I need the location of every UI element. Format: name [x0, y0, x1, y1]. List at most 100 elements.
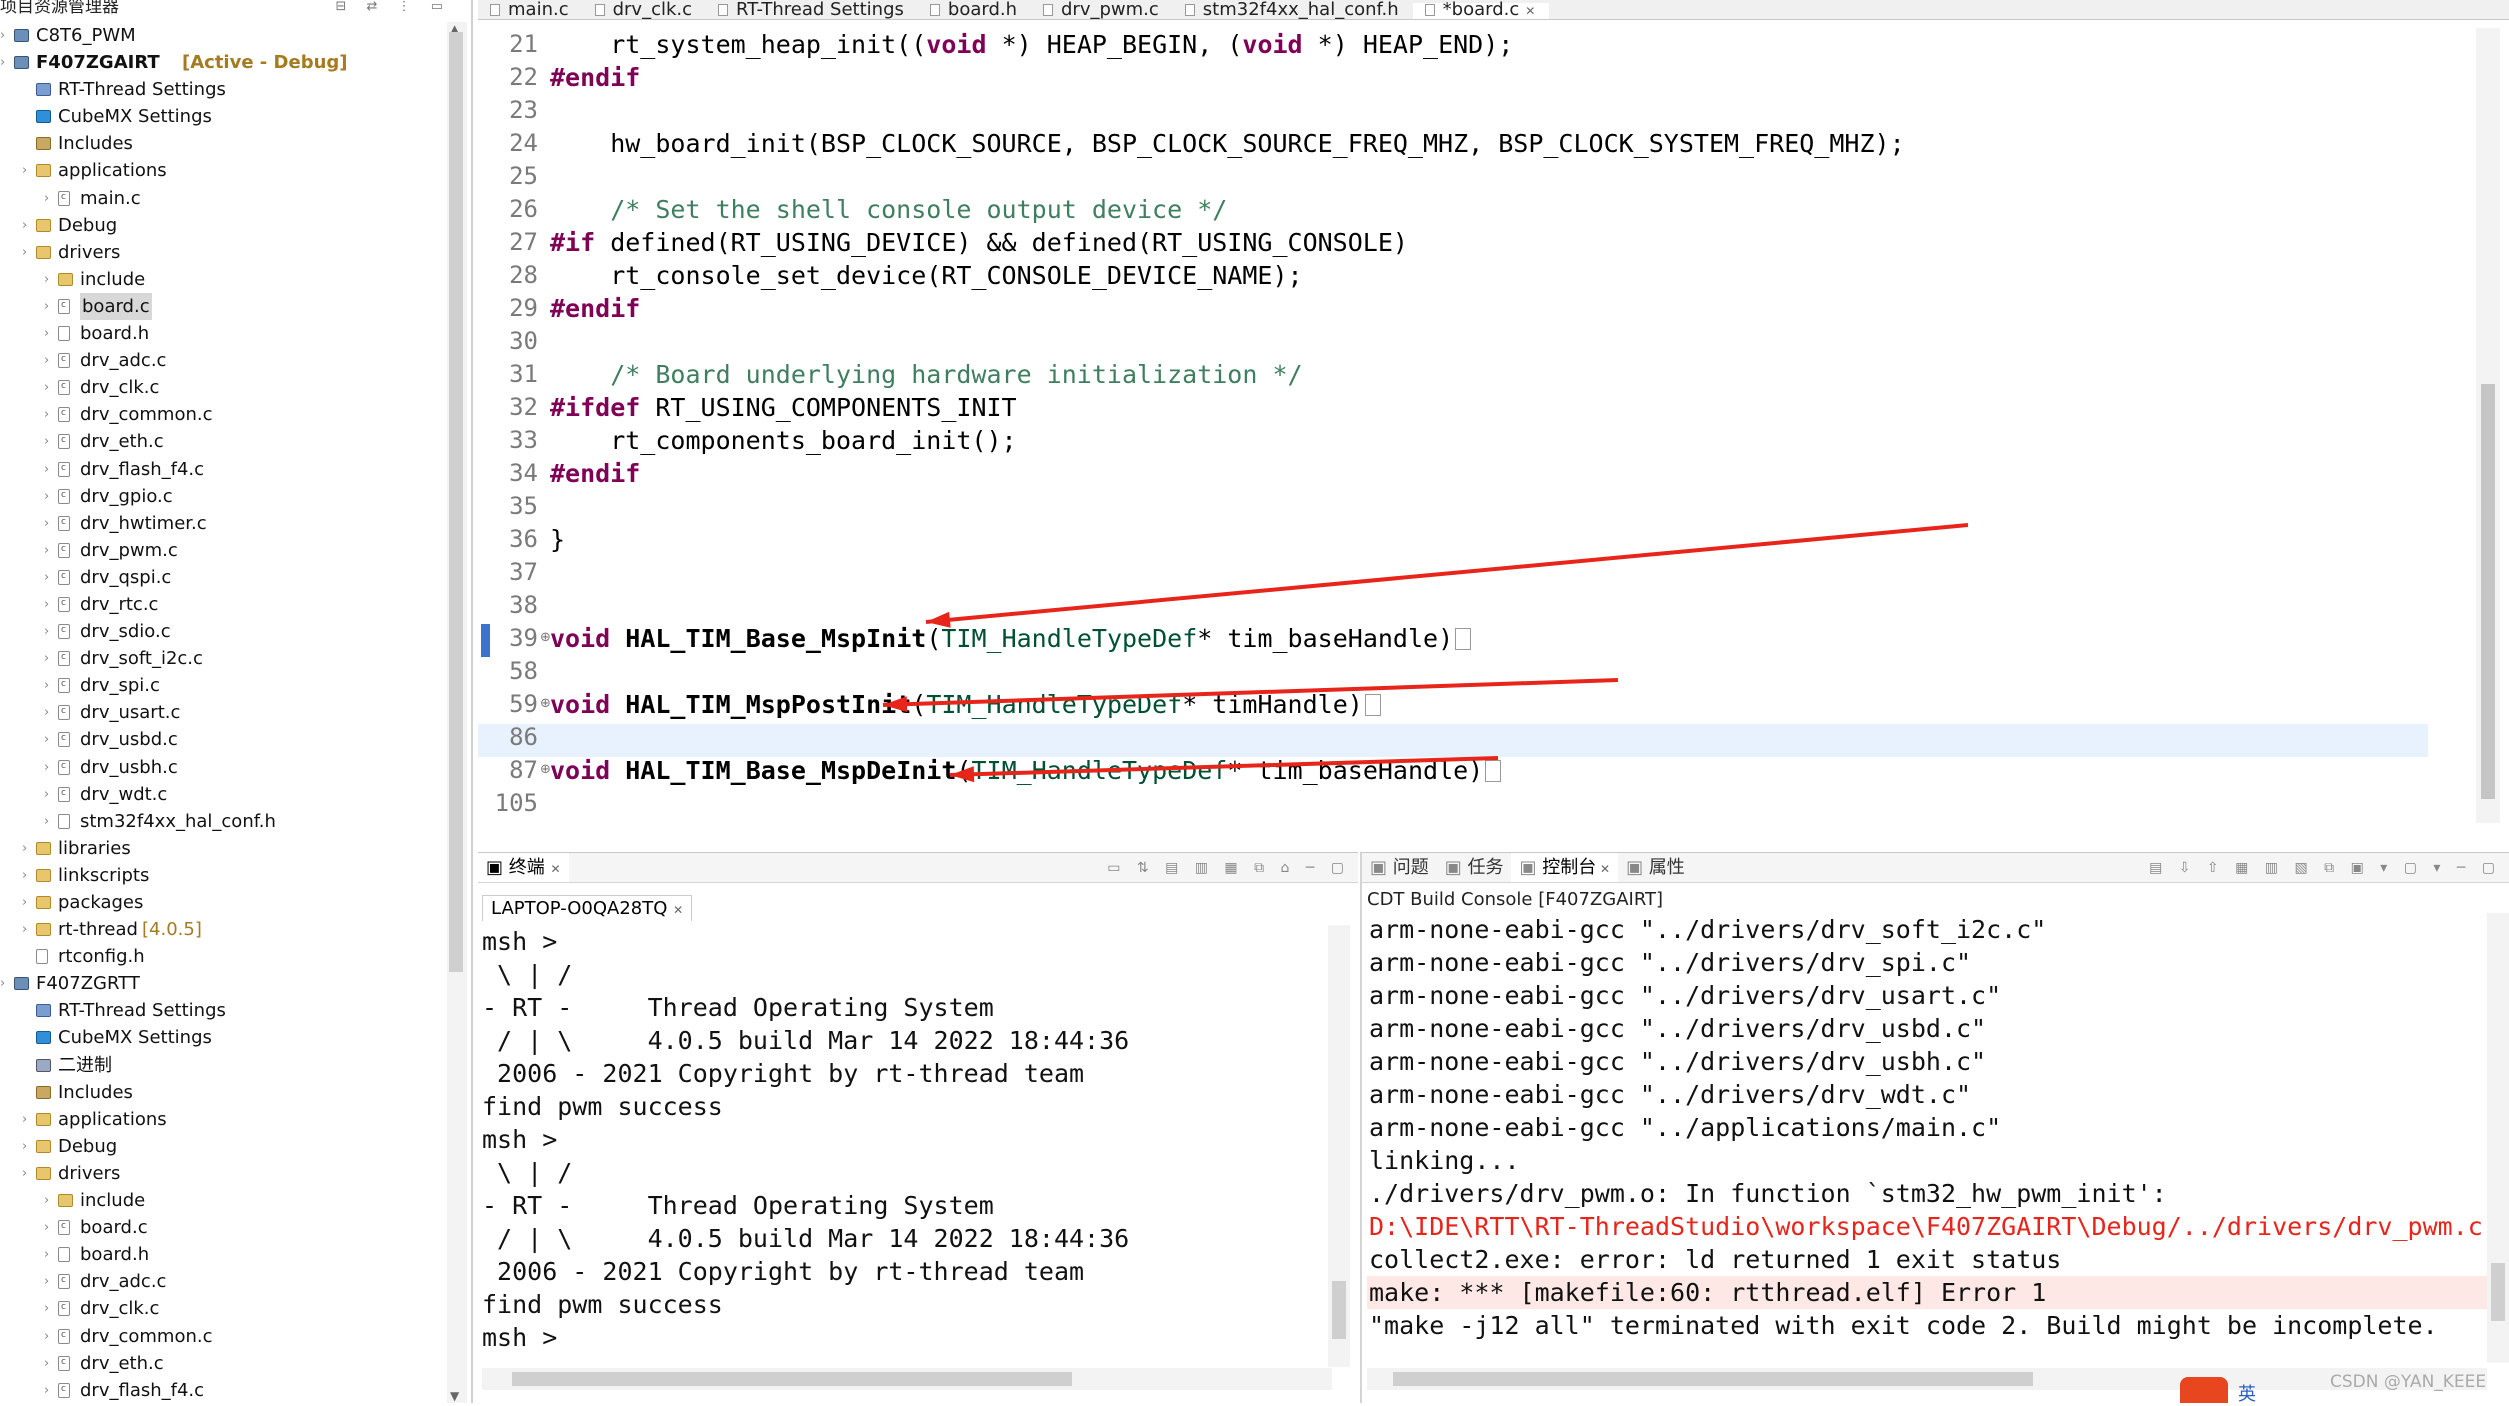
- expand-chevron-icon[interactable]: ›: [0, 970, 10, 997]
- tree-item[interactable]: › F407ZGRTT: [0, 970, 445, 997]
- tree-item[interactable]: › drv_eth.c: [0, 1349, 445, 1377]
- collapsed-block-marker[interactable]: [1364, 694, 1381, 716]
- tree-item[interactable]: › board.h: [0, 320, 445, 347]
- tree-item[interactable]: › Debug: [0, 1133, 445, 1160]
- editor-tab[interactable]: drv_clk.c: [583, 1, 706, 19]
- expand-chevron-icon[interactable]: ›: [44, 1350, 54, 1377]
- ime-language-label[interactable]: 英: [2238, 1380, 2256, 1406]
- collapsed-block-marker[interactable]: [1455, 628, 1472, 650]
- tree-item[interactable]: › drv_wdt.c: [0, 780, 445, 808]
- tree-item[interactable]: › drivers: [0, 239, 445, 266]
- tree-item[interactable]: › libraries: [0, 835, 445, 862]
- expand-chevron-icon[interactable]: ›: [44, 645, 54, 672]
- expand-chevron-icon[interactable]: ›: [22, 916, 32, 943]
- expand-chevron-icon[interactable]: ›: [44, 374, 54, 401]
- expand-chevron-icon[interactable]: ›: [22, 889, 32, 916]
- tree-item[interactable]: RT-Thread Settings: [0, 76, 445, 103]
- expand-chevron-icon[interactable]: ›: [44, 754, 54, 781]
- expand-chevron-icon[interactable]: ›: [44, 510, 54, 537]
- expand-chevron-icon[interactable]: ›: [0, 22, 10, 49]
- scroll-down-icon[interactable]: ▼: [450, 1389, 459, 1403]
- expand-chevron-icon[interactable]: ›: [44, 672, 54, 699]
- console-toolbar-icons[interactable]: ▤ ⇩ ⇧ ▦ ▥ ▧ ⧉ ▣ ▾ ▢ ▾ ─ ▢: [2149, 853, 2501, 882]
- tree-item[interactable]: › drv_pwm.c: [0, 536, 445, 564]
- console-view-tab[interactable]: ▣ 任务: [1437, 853, 1512, 882]
- console-view-tab[interactable]: ▣ 控制台 ✕: [1511, 853, 1619, 882]
- tree-item[interactable]: 二进制: [0, 1052, 445, 1079]
- editor-tab[interactable]: board.h: [918, 1, 1031, 19]
- editor-tab[interactable]: stm32f4xx_hal_conf.h: [1173, 1, 1413, 19]
- tree-item[interactable]: RT-Thread Settings: [0, 997, 445, 1024]
- expand-chevron-icon[interactable]: ›: [44, 1214, 54, 1241]
- tree-item[interactable]: › include: [0, 266, 445, 293]
- expand-chevron-icon[interactable]: ›: [44, 428, 54, 455]
- expand-chevron-icon[interactable]: ›: [44, 293, 54, 320]
- tree-item[interactable]: › drv_usbh.c: [0, 753, 445, 781]
- tree-item[interactable]: › drv_eth.c: [0, 427, 445, 455]
- tree-item[interactable]: › packages: [0, 889, 445, 916]
- terminal-horizontal-scrollbar[interactable]: [482, 1368, 1332, 1390]
- tree-item[interactable]: Includes: [0, 1079, 445, 1106]
- tree-item[interactable]: › drv_flash_f4.c: [0, 455, 445, 483]
- expand-chevron-icon[interactable]: ›: [22, 1106, 32, 1133]
- console-hscroll-thumb[interactable]: [1393, 1372, 2033, 1386]
- tree-item[interactable]: › linkscripts: [0, 862, 445, 889]
- tree-item[interactable]: › drv_common.c: [0, 400, 445, 428]
- expand-chevron-icon[interactable]: ›: [44, 1295, 54, 1322]
- expand-chevron-icon[interactable]: ›: [22, 1133, 32, 1160]
- expand-chevron-icon[interactable]: ›: [44, 808, 54, 835]
- expand-chevron-icon[interactable]: ›: [44, 185, 54, 212]
- tab-terminal[interactable]: ▣ 终端 ✕: [478, 853, 569, 882]
- expand-chevron-icon[interactable]: ›: [22, 1160, 32, 1187]
- terminal-hscroll-thumb[interactable]: [512, 1372, 1072, 1386]
- tree-item[interactable]: › drv_common.c: [0, 1322, 445, 1350]
- console-vertical-scrollbar[interactable]: [2487, 913, 2509, 1363]
- tree-item[interactable]: Includes: [0, 130, 445, 157]
- tree-item[interactable]: › drv_adc.c: [0, 346, 445, 374]
- close-icon[interactable]: ✕: [550, 862, 560, 876]
- tree-item[interactable]: › drv_gpio.c: [0, 482, 445, 510]
- explorer-scroll-thumb[interactable]: [449, 32, 463, 972]
- expand-chevron-icon[interactable]: ›: [0, 49, 10, 76]
- expand-chevron-icon[interactable]: ›: [44, 699, 54, 726]
- tree-item[interactable]: › drv_clk.c: [0, 373, 445, 401]
- expand-chevron-icon[interactable]: ›: [44, 591, 54, 618]
- expand-chevron-icon[interactable]: ›: [44, 347, 54, 374]
- tree-item[interactable]: › drv_qspi.c: [0, 563, 445, 591]
- editor-tab[interactable]: main.c: [478, 1, 583, 19]
- expand-chevron-icon[interactable]: ›: [44, 1268, 54, 1295]
- tree-item[interactable]: › C8T6_PWM: [0, 22, 445, 49]
- console-horizontal-scrollbar[interactable]: [1367, 1368, 2487, 1390]
- tree-item[interactable]: › drv_usbd.c: [0, 725, 445, 753]
- code-text-area[interactable]: rt_system_heap_init((void *) HEAP_BEGIN,…: [550, 28, 2420, 828]
- expand-chevron-icon[interactable]: ›: [44, 1187, 54, 1214]
- console-view-tab[interactable]: ▣ 属性: [1618, 853, 1693, 882]
- tree-item[interactable]: › F407ZGAIRT [Active - Debug]: [0, 49, 445, 76]
- expand-chevron-icon[interactable]: ›: [22, 157, 32, 184]
- tree-item[interactable]: › drv_hwtimer.c: [0, 509, 445, 537]
- ime-logo-icon[interactable]: [2180, 1377, 2228, 1403]
- tree-item[interactable]: › drv_spi.c: [0, 671, 445, 699]
- editor-scroll-thumb[interactable]: [2481, 384, 2495, 799]
- tree-item[interactable]: › board.c: [0, 1213, 445, 1241]
- expand-chevron-icon[interactable]: ›: [22, 212, 32, 239]
- close-icon[interactable]: ✕: [1596, 862, 1610, 876]
- expand-chevron-icon[interactable]: ›: [22, 835, 32, 862]
- expand-chevron-icon[interactable]: ›: [44, 537, 54, 564]
- console-scroll-thumb[interactable]: [2491, 1263, 2505, 1321]
- tree-item[interactable]: rtconfig.h: [0, 943, 445, 970]
- expand-chevron-icon[interactable]: ›: [44, 266, 54, 293]
- expand-chevron-icon[interactable]: ›: [44, 726, 54, 753]
- tree-item[interactable]: › Debug: [0, 212, 445, 239]
- terminal-output[interactable]: msh > \ | / - RT - Thread Operating Syste…: [482, 925, 1332, 1365]
- expand-chevron-icon[interactable]: ›: [44, 564, 54, 591]
- tree-item[interactable]: › drv_usart.c: [0, 698, 445, 726]
- expand-chevron-icon[interactable]: ›: [44, 456, 54, 483]
- tree-item[interactable]: › drv_soft_i2c.c: [0, 644, 445, 672]
- editor-tab[interactable]: drv_pwm.c: [1031, 1, 1173, 19]
- terminal-session-tab[interactable]: LAPTOP-O0QA28TQ ✕: [482, 895, 693, 921]
- tree-item[interactable]: › main.c: [0, 184, 445, 212]
- terminal-vertical-scrollbar[interactable]: [1328, 925, 1350, 1367]
- tree-item[interactable]: CubeMX Settings: [0, 103, 445, 130]
- expand-chevron-icon[interactable]: ›: [44, 483, 54, 510]
